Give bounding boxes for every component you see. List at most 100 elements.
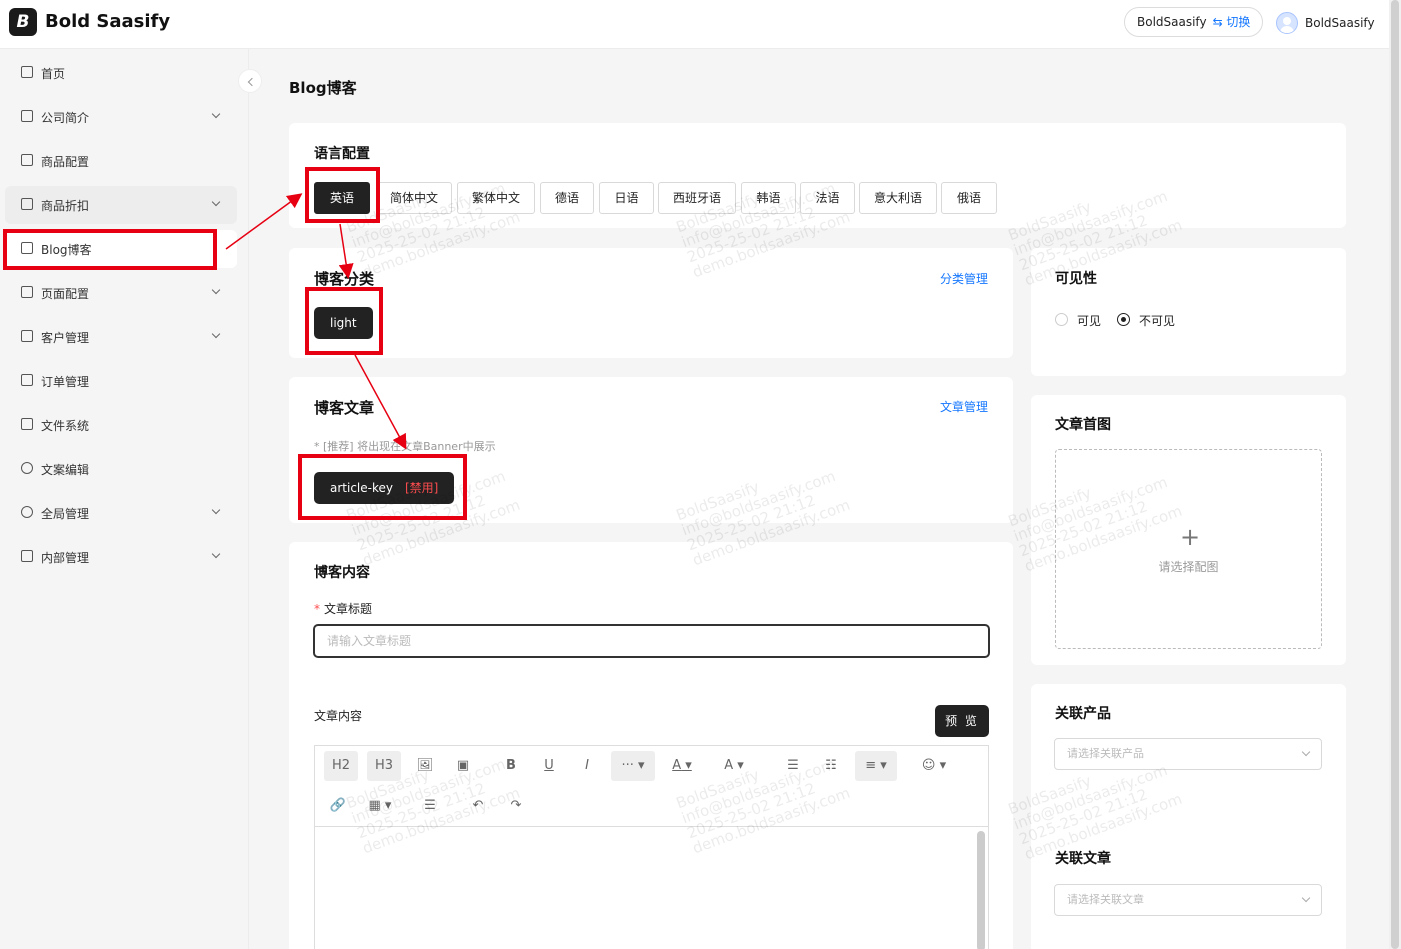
undo-icon[interactable]: ↶ (467, 791, 489, 821)
page-scrollbar[interactable] (1389, 0, 1401, 949)
lang-option-ko[interactable]: 韩语 (741, 182, 796, 214)
article-manage-link[interactable]: 文章管理 (940, 398, 988, 415)
sidebar-item-orders[interactable]: 订单管理 (5, 362, 237, 400)
article-hint: * [推荐] 将出现在文章Banner中展示 (314, 440, 496, 453)
sidebar-item-copywriting[interactable]: 文案编辑 (5, 450, 237, 488)
sidebar-item-internal[interactable]: 内部管理 (5, 538, 237, 576)
sidebar-item-company[interactable]: 公司简介 (5, 98, 237, 136)
cover-upload-hint: 请选择配图 (1158, 560, 1219, 574)
sidebar-item-products[interactable]: 商品配置 (5, 142, 237, 180)
sidebar-item-label: 客户管理 (41, 331, 90, 345)
italic-button[interactable]: I (577, 751, 597, 781)
user-name[interactable]: BoldSaasify (1305, 16, 1375, 30)
category-title: 博客分类 (314, 270, 375, 288)
h3-button[interactable]: H3 (367, 751, 401, 781)
numbered-list-icon[interactable]: ☷ (819, 751, 843, 781)
article-title: 博客文章 (314, 399, 375, 417)
related-products-placeholder: 请选择关联产品 (1067, 747, 1144, 760)
image-icon[interactable]: 🖼 (413, 751, 437, 781)
article-title-input[interactable] (313, 624, 990, 658)
lang-option-fr[interactable]: 法语 (800, 182, 855, 214)
category-card (289, 248, 1013, 358)
related-products-select[interactable]: 请选择关联产品 (1054, 738, 1322, 770)
top-header: B Bold Saasify BoldSaasify ⇆ 切换 BoldSaasi… (0, 0, 1389, 49)
page-scrollbar-thumb[interactable] (1391, 0, 1399, 949)
related-articles-select[interactable]: 请选择关联文章 (1054, 884, 1322, 916)
lang-option-es[interactable]: 西班牙语 (658, 182, 736, 214)
sidebar-item-label: 内部管理 (41, 551, 90, 565)
annotation-box-language (305, 167, 380, 223)
preview-button[interactable]: 预 览 (935, 705, 989, 737)
title-field-label: * 文章标题 (314, 600, 372, 617)
language-title: 语言配置 (314, 146, 370, 162)
globe-icon (21, 462, 33, 474)
lang-option-ru[interactable]: 俄语 (941, 182, 997, 214)
bg-color-label: A (724, 758, 734, 773)
visible-radio[interactable] (1055, 313, 1068, 326)
chevron-down-icon (211, 329, 221, 339)
visibility-title: 可见性 (1055, 271, 1097, 287)
sidebar-collapse-button[interactable] (238, 69, 262, 93)
related-articles-title: 关联文章 (1055, 851, 1111, 867)
annotation-box-article (298, 454, 467, 520)
switch-account-button[interactable]: BoldSaasify ⇆ 切换 (1124, 7, 1263, 37)
sidebar: 首页 公司简介 商品配置 商品折扣 Blog博客 页面配置 客户管理 订单管理 … (0, 49, 262, 949)
dollar-icon (21, 506, 33, 518)
users-icon (21, 550, 33, 562)
sidebar-item-label: 文件系统 (41, 419, 90, 433)
more-styles-button[interactable]: ··· ▾ (611, 751, 655, 781)
redo-icon[interactable]: ↷ (505, 791, 527, 821)
h2-button[interactable]: H2 (324, 751, 358, 781)
bold-button[interactable]: B (501, 751, 521, 781)
box-icon (21, 154, 33, 166)
editor-scrollbar[interactable] (977, 831, 985, 949)
switch-account-name: BoldSaasify (1137, 15, 1207, 29)
divider-icon[interactable]: ☰ (419, 791, 441, 821)
monitor-icon (21, 286, 33, 298)
sidebar-item-global[interactable]: 全局管理 (5, 494, 237, 532)
sidebar-item-label: 商品折扣 (41, 199, 90, 213)
underline-button[interactable]: U (539, 751, 559, 781)
sidebar-item-customers[interactable]: 客户管理 (5, 318, 237, 356)
invisible-radio[interactable] (1117, 313, 1130, 326)
sidebar-item-label: 公司简介 (41, 111, 90, 125)
visible-radio-label[interactable]: 可见 (1077, 312, 1101, 329)
sidebar-item-home[interactable]: 首页 (5, 54, 237, 92)
emoji-icon[interactable]: ☺ ▾ (919, 751, 949, 781)
align-button[interactable]: ≡ ▾ (855, 751, 897, 781)
lang-option-it[interactable]: 意大利语 (859, 182, 937, 214)
chevron-down-icon (211, 197, 221, 207)
editor-toolbar: H2 H3 🖼 ▣ B U I ··· ▾ A ▾ A ▾ ☰ ☷ ≡ ▾ ☺ … (315, 746, 988, 827)
table-icon[interactable]: ▦ ▾ (365, 791, 395, 821)
lang-option-zh-hant[interactable]: 繁体中文 (457, 182, 535, 214)
content-title: 博客内容 (314, 565, 370, 581)
invisible-radio-label[interactable]: 不可见 (1139, 312, 1175, 329)
chevron-down-icon (1301, 747, 1311, 757)
sidebar-item-files[interactable]: 文件系统 (5, 406, 237, 444)
lang-option-zh-hans[interactable]: 简体中文 (376, 182, 452, 214)
annotation-box-sidebar (3, 229, 217, 270)
chevron-down-icon (1301, 893, 1311, 903)
related-products-title: 关联产品 (1055, 706, 1111, 722)
file-icon (21, 418, 33, 430)
sidebar-item-label: 全局管理 (41, 507, 90, 521)
list-icon (21, 374, 33, 386)
link-icon[interactable]: 🔗 (327, 791, 349, 821)
users-icon (21, 330, 33, 342)
sidebar-item-label: 页面配置 (41, 287, 90, 301)
video-icon[interactable]: ▣ (451, 751, 475, 781)
bg-color-button[interactable]: A ▾ (719, 751, 749, 781)
lang-option-ja[interactable]: 日语 (599, 182, 654, 214)
lang-option-de[interactable]: 德语 (540, 182, 594, 214)
category-manage-link[interactable]: 分类管理 (940, 270, 988, 287)
annotation-box-category (305, 287, 383, 355)
plus-icon: + (1180, 523, 1201, 551)
home-icon (21, 66, 33, 78)
font-color-button[interactable]: A ▾ (667, 751, 697, 781)
bullet-list-icon[interactable]: ☰ (781, 751, 805, 781)
user-avatar-icon[interactable] (1276, 12, 1298, 34)
cover-upload-area[interactable]: + 请选择配图 (1055, 449, 1322, 649)
sidebar-item-discount[interactable]: 商品折扣 (5, 186, 237, 224)
sidebar-item-pages[interactable]: 页面配置 (5, 274, 237, 312)
chevron-down-icon (211, 549, 221, 559)
